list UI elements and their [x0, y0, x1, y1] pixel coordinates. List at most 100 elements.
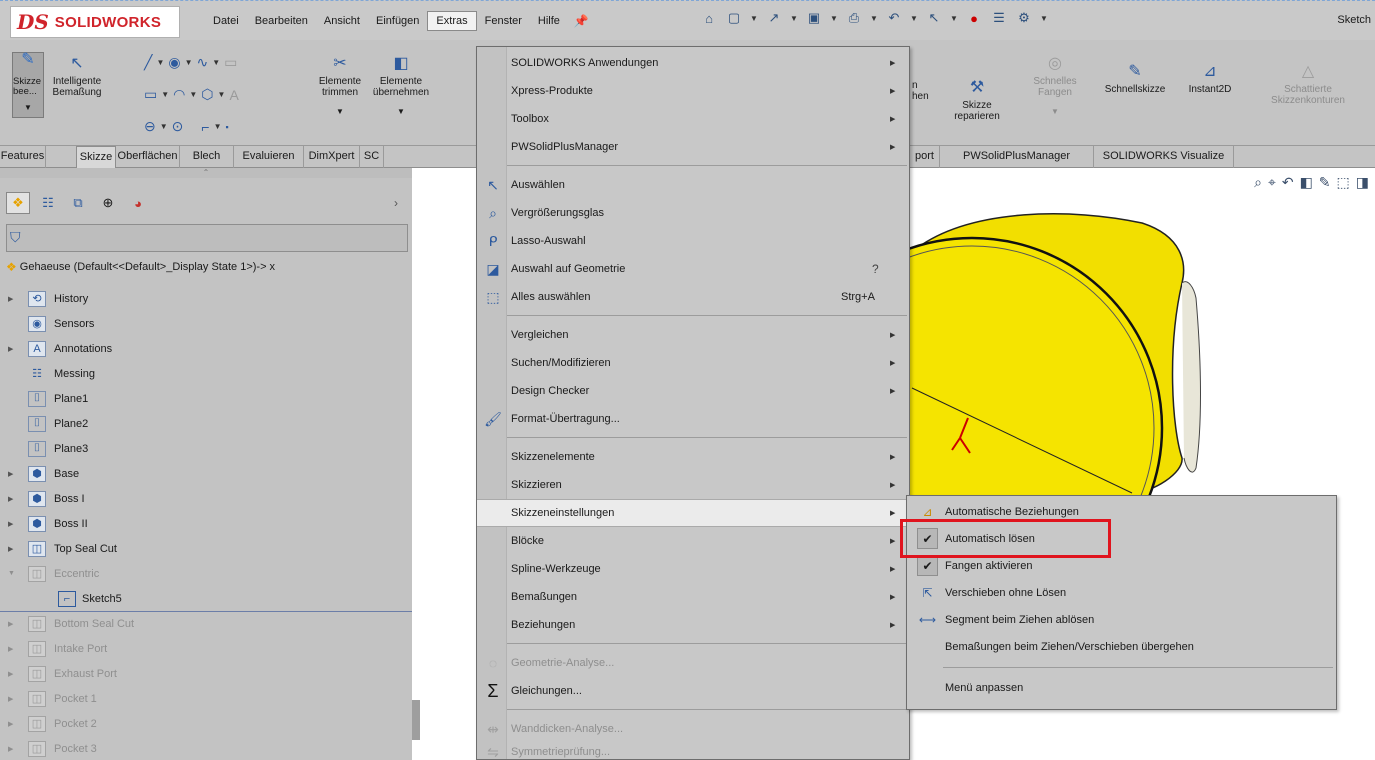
plane-icon[interactable]: ▭ [224, 54, 237, 71]
rebuild-icon[interactable]: ● [965, 9, 983, 27]
tree-item-pocket-2[interactable]: ▶ ◫ Pocket 2 [0, 711, 412, 736]
chevron-down-icon[interactable]: ▼ [910, 9, 918, 27]
menu-item-auswahl-auf-geometrie[interactable]: ◪ Auswahl auf Geometrie? [477, 255, 909, 283]
shaded-sketch-contours-button[interactable]: △ Schattierte Skizzenkonturen [1246, 60, 1370, 106]
configuration-manager-tab-icon[interactable]: ⧉ [66, 192, 90, 214]
chevron-down-icon[interactable]: ▼ [1040, 9, 1048, 27]
print-icon[interactable]: ⎙ [845, 9, 863, 27]
tree-item-boss-2[interactable]: ▶ ⬢ Boss II [0, 511, 412, 536]
point-icon[interactable]: ⊙ [172, 118, 184, 135]
arc-icon[interactable]: ◠ [173, 86, 185, 103]
chevron-down-icon[interactable]: ▼ [870, 9, 878, 27]
chevron-down-icon[interactable]: ▼ [750, 9, 758, 27]
menu-item-lasso-auswahl[interactable]: ᑭ Lasso-Auswahl [477, 227, 909, 255]
edit-sketch-button[interactable]: ✎ Skizze bee... ▼ [12, 52, 44, 118]
menu-item-symmetriepruefung[interactable]: ⇋ Symmetrieprüfung... [477, 743, 909, 760]
fillet-icon[interactable]: ⌐ [201, 119, 209, 135]
convert-entities-button[interactable]: ◧ Elemente übernehmen ▼ [368, 52, 434, 117]
quick-snaps-button[interactable]: ◎ Schnelles Fangen ▼ [1028, 52, 1082, 117]
trim-entities-button[interactable]: ✂ Elemente trimmen ▼ [314, 52, 366, 117]
home-icon[interactable]: ⌂ [700, 9, 718, 27]
line-icon[interactable]: ╱ [144, 54, 152, 71]
panel-collapse-handle[interactable]: ⌃ [0, 168, 412, 178]
expand-arrow-icon[interactable]: ▼ [8, 570, 15, 577]
display-manager-tab-icon[interactable]: ◕ [126, 192, 150, 214]
chevron-down-icon[interactable]: ▼ [397, 106, 405, 117]
tree-item-plane2[interactable]: ⌷ Plane2 [0, 411, 412, 436]
expand-arrow-icon[interactable]: ▶ [8, 670, 13, 678]
tree-item-bottom-seal-cut[interactable]: ▶ ◫ Bottom Seal Cut [0, 611, 412, 636]
menu-hilfe[interactable]: Hilfe [530, 12, 568, 30]
tab-solidworks-visualize[interactable]: SOLIDWORKS Visualize [1094, 146, 1234, 168]
expand-arrow-icon[interactable]: ▶ [8, 295, 13, 303]
tab-sc[interactable]: SC [360, 146, 384, 168]
expand-arrow-icon[interactable]: ▶ [8, 745, 13, 753]
tree-item-top-seal-cut[interactable]: ▶ ◫ Top Seal Cut [0, 536, 412, 561]
text-icon[interactable]: A [229, 87, 238, 103]
menu-einfuegen[interactable]: Einfügen [368, 12, 427, 30]
tab-oberflaechen[interactable]: Oberflächen [116, 146, 180, 168]
chevron-down-icon[interactable]: ▼ [830, 9, 838, 27]
rapid-sketch-button[interactable]: ✎ Schnellskizze [1096, 60, 1174, 95]
pin-icon[interactable]: 📌 [574, 14, 589, 28]
menu-item-beziehungen[interactable]: Beziehungen ▶ [477, 611, 909, 639]
tree-item-plane3[interactable]: ⌷ Plane3 [0, 436, 412, 461]
circle-icon[interactable]: ◉ [168, 54, 180, 71]
expand-arrow-icon[interactable]: ▶ [8, 695, 13, 703]
menu-item-bemassungen[interactable]: Bemaßungen ▶ [477, 583, 909, 611]
expand-arrow-icon[interactable]: ▶ [8, 720, 13, 728]
menu-item-wanddicken-analyse[interactable]: ⇹ Wanddicken-Analyse... [477, 715, 909, 743]
menu-item-skizzieren[interactable]: Skizzieren ▶ [477, 471, 909, 499]
expand-arrow-icon[interactable]: ▶ [8, 345, 13, 353]
new-document-icon[interactable]: ▢ [725, 9, 743, 27]
tab-features[interactable]: Features [0, 146, 46, 168]
submenu-item-menue-anpassen[interactable]: Menü anpassen [907, 674, 1336, 701]
menu-item-skizzeneinstellungen[interactable]: Skizzeneinstellungen ▶ [477, 499, 909, 527]
instant2d-button[interactable]: ⊿ Instant2D [1182, 60, 1238, 95]
select-cursor-icon[interactable]: ↖ [925, 9, 943, 27]
slot-icon[interactable]: ⊖ [144, 118, 156, 135]
expand-arrow-icon[interactable]: ▶ [8, 620, 13, 628]
polygon-icon[interactable]: ⬡ [201, 86, 213, 103]
tree-item-intake-port[interactable]: ▶ ◫ Intake Port [0, 636, 412, 661]
smart-dimension-button[interactable]: ↖ Intelligente Bemaßung [50, 52, 104, 98]
menu-item-solidworks-anwendungen[interactable]: SOLIDWORKS Anwendungen ▶ [477, 49, 909, 77]
expand-arrow-icon[interactable]: ▶ [8, 520, 13, 528]
menu-datei[interactable]: Datei [205, 12, 247, 30]
tree-root-part[interactable]: ❖ Gehaeuse (Default<<Default>_Display St… [6, 260, 275, 274]
chevron-down-icon[interactable]: ▼ [24, 103, 32, 113]
tree-item-eccentric[interactable]: ▼ ◫ Eccentric [0, 561, 412, 586]
tab-dimxpert[interactable]: DimXpert [304, 146, 360, 168]
expand-arrow-icon[interactable]: ▶ [8, 545, 13, 553]
menu-ansicht[interactable]: Ansicht [316, 12, 368, 30]
menu-item-bloecke[interactable]: Blöcke ▶ [477, 527, 909, 555]
menu-item-vergleichen[interactable]: Vergleichen ▶ [477, 321, 909, 349]
expand-arrow-icon[interactable]: ▶ [8, 470, 13, 478]
menu-item-pwsolidplusmanager[interactable]: PWSolidPlusManager ▶ [477, 133, 909, 161]
feature-tree-tab-icon[interactable]: ❖ [6, 192, 30, 214]
menu-item-xpress-produkte[interactable]: Xpress-Produkte ▶ [477, 77, 909, 105]
repair-sketch-button[interactable]: ⚒ Skizze reparieren [950, 76, 1004, 122]
menu-item-vergroesserungsglas[interactable]: ⌕ Vergrößerungsglas [477, 199, 909, 227]
tree-filter-field[interactable]: ⛉ [6, 224, 408, 252]
chevron-down-icon[interactable]: ▼ [950, 9, 958, 27]
menu-item-format-uebertragung[interactable]: 🖌 Format-Übertragung... [477, 405, 909, 433]
menu-item-auswaehlen[interactable]: ↖ Auswählen [477, 171, 909, 199]
undo-icon[interactable]: ↶ [885, 9, 903, 27]
file-properties-icon[interactable]: ☰ [990, 9, 1008, 27]
help-icon[interactable]: ? [872, 262, 879, 276]
chevron-down-icon[interactable]: ▼ [336, 106, 344, 117]
rectangle-icon[interactable]: ▭ [144, 86, 157, 103]
spline-icon[interactable]: ∿ [197, 54, 209, 71]
menu-item-design-checker[interactable]: Design Checker ▶ [477, 377, 909, 405]
expand-arrow-icon[interactable]: ▶ [8, 645, 13, 653]
tree-item-pocket-3[interactable]: ▶ ◫ Pocket 3 [0, 736, 412, 760]
menu-extras[interactable]: Extras [427, 11, 477, 31]
tree-item-plane1[interactable]: ⌷ Plane1 [0, 386, 412, 411]
tree-item-base[interactable]: ▶ ⬢ Base [0, 461, 412, 486]
menu-item-skizzenelemente[interactable]: Skizzenelemente ▶ [477, 443, 909, 471]
panel-splitter[interactable] [412, 700, 420, 740]
chevron-right-icon[interactable]: › [394, 196, 398, 210]
save-icon[interactable]: ▣ [805, 9, 823, 27]
submenu-item-verschieben-ohne-loesen[interactable]: ⇱ Verschieben ohne Lösen [907, 579, 1336, 606]
